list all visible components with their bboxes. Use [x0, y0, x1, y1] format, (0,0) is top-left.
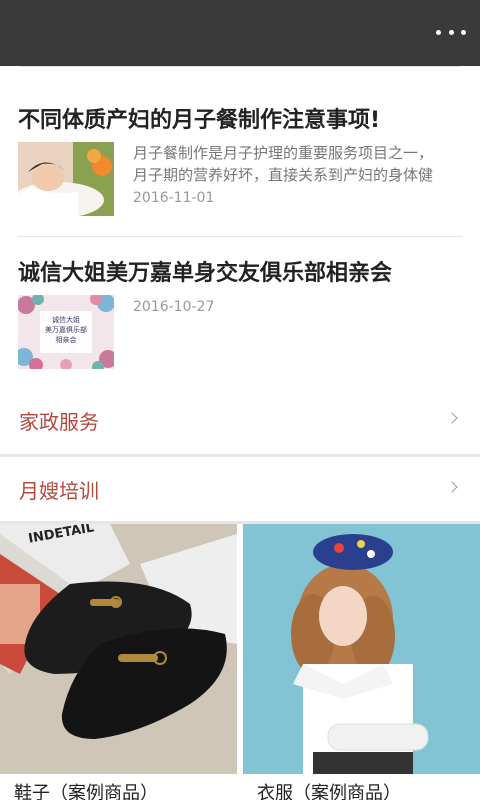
top-bar	[0, 0, 480, 66]
menu-item-nanny-training[interactable]: 月嫂培训	[0, 457, 480, 521]
product-label: 鞋子（案例商品）	[14, 783, 158, 800]
product-image	[0, 524, 237, 774]
product-image	[243, 524, 480, 774]
article-excerpt: 月子餐制作是月子护理的重要服务项目之一， 月子期的营养好坏，直接关系到产妇的身体…	[133, 144, 434, 184]
article-date: 2016-10-27	[133, 299, 215, 315]
article-date: 2016-11-01	[133, 190, 215, 206]
thumbnail-caption: 诚信大姐 美万嘉俱乐部 相亲会	[45, 316, 87, 344]
chevron-right-icon	[446, 412, 458, 424]
more-dots-icon[interactable]	[436, 22, 466, 42]
menu-item-label: 月嫂培训	[19, 479, 99, 503]
article-item[interactable]: 不同体质产妇的月子餐制作注意事项! 月子餐制作是月子护理的重要服务项目之一， 月…	[0, 66, 480, 238]
product-label: 衣服（案例商品）	[257, 783, 401, 800]
chevron-right-icon	[446, 481, 458, 493]
article-thumbnail	[18, 142, 114, 216]
article-title[interactable]: 不同体质产妇的月子餐制作注意事项!	[18, 102, 380, 134]
product-card-shoes[interactable]: INDETAIL 鞋子（案例商品）	[0, 524, 237, 800]
article-item[interactable]: 诚信大姐美万嘉单身交友俱乐部相亲会 诚信大姐 美万嘉俱乐部 相亲会 2016-1…	[0, 237, 480, 377]
content-area: 不同体质产妇的月子餐制作注意事项! 月子餐制作是月子护理的重要服务项目之一， 月…	[0, 66, 480, 800]
menu-item-label: 家政服务	[19, 410, 99, 434]
article-thumbnail: 诚信大姐 美万嘉俱乐部 相亲会	[18, 295, 114, 369]
product-card-clothes[interactable]: 衣服（案例商品）	[243, 524, 480, 800]
article-title[interactable]: 诚信大姐美万嘉单身交友俱乐部相亲会	[18, 255, 392, 287]
menu-item-housekeeping[interactable]: 家政服务	[0, 388, 480, 454]
